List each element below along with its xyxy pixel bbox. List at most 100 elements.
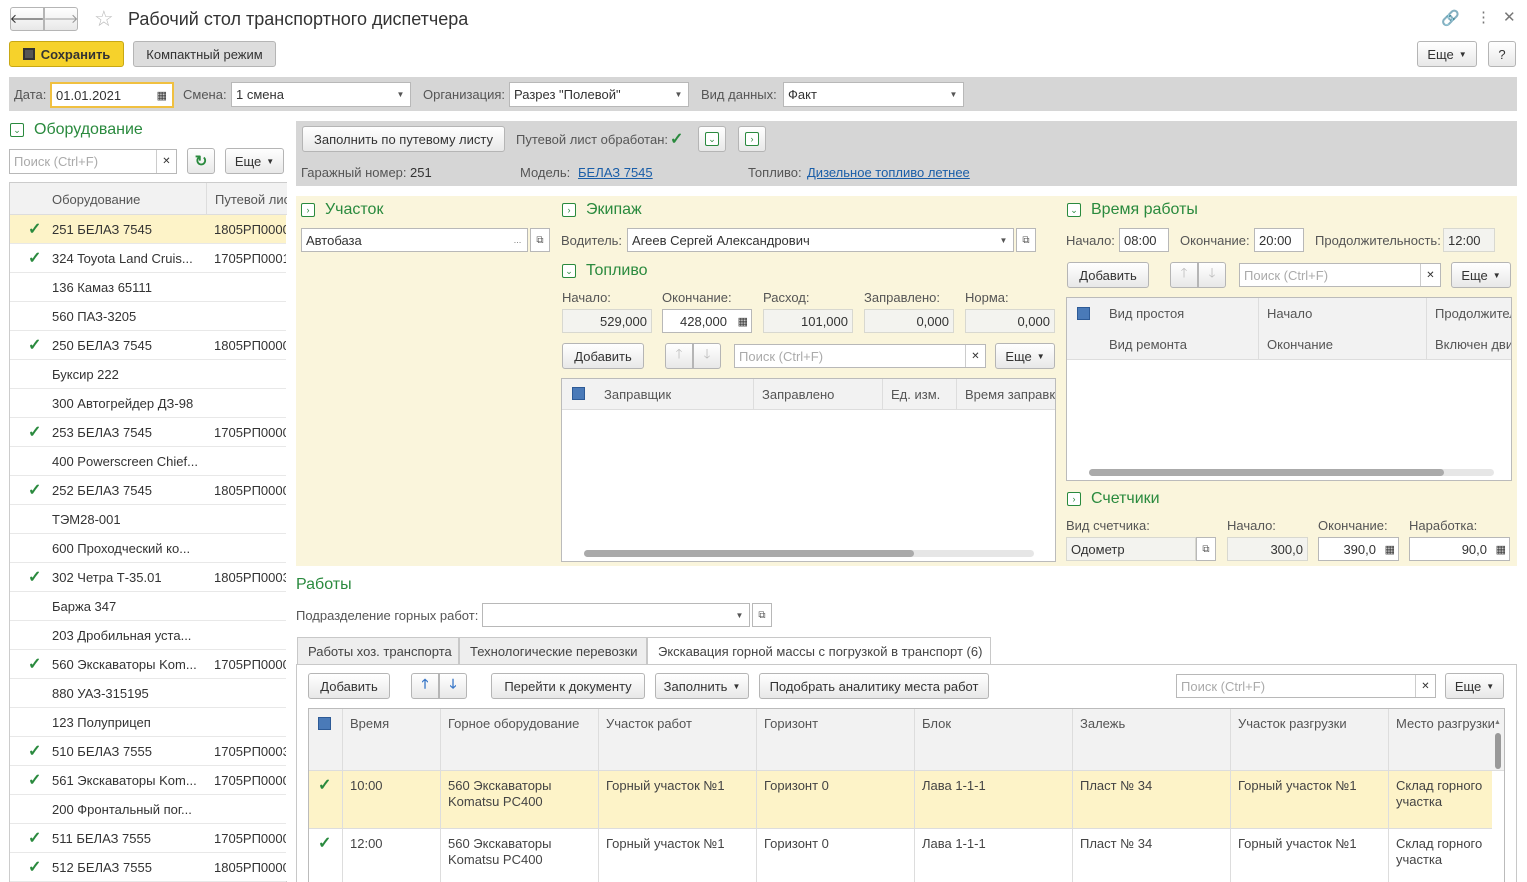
calc-icon[interactable]: ▦ <box>738 315 748 328</box>
tab-household-transport[interactable]: Работы хоз. транспорта <box>297 637 459 665</box>
site-open-icon[interactable]: ⧉ <box>530 228 550 252</box>
col-unload-site[interactable]: Участок разгрузки <box>1238 716 1384 731</box>
col-horizon[interactable]: Горизонт <box>764 716 910 731</box>
clear-icon[interactable]: ✕ <box>965 345 985 367</box>
menu-dots-icon[interactable]: ⋮ <box>1476 8 1491 26</box>
equipment-row[interactable]: ✓ 324 Toyota Land Cruis... 1705РП0001 <box>10 244 286 273</box>
forward-button[interactable]: 🡒 <box>44 7 78 31</box>
col-downtime-type[interactable]: Вид простоя <box>1109 306 1184 321</box>
driver-field[interactable]: Агеев Сергей Александрович <box>627 228 995 252</box>
worktime-search-input[interactable]: Поиск (Ctrl+F) ✕ <box>1239 263 1441 287</box>
subdivision-field[interactable] <box>482 603 731 627</box>
col-engine-on[interactable]: Включен дви <box>1435 337 1511 352</box>
equipment-more-button[interactable]: Еще ▼ <box>225 148 284 174</box>
fuel-move-down-button[interactable]: 🡓 <box>693 343 721 369</box>
col-deposit[interactable]: Залежь <box>1080 716 1226 731</box>
works-search-input[interactable]: Поиск (Ctrl+F) ✕ <box>1176 674 1436 698</box>
worktime-start-field[interactable]: 08:00 <box>1119 228 1169 252</box>
equipment-row[interactable]: 560 ПАЗ-3205 <box>10 302 286 331</box>
col-work-site[interactable]: Участок работ <box>606 716 752 731</box>
equipment-row[interactable]: ✓ 560 Экскаваторы Kom... 1705РП0000 <box>10 650 286 679</box>
equipment-row[interactable]: 400 Powerscreen Chief... <box>10 447 286 476</box>
save-button[interactable]: Сохранить <box>9 41 124 67</box>
site-select-icon[interactable]: … <box>508 228 528 252</box>
equipment-row[interactable]: ✓ 253 БЕЛАЗ 7545 1705РП0000 <box>10 418 286 447</box>
help-button[interactable]: ? <box>1488 41 1516 67</box>
col-end[interactable]: Окончание <box>1267 337 1333 352</box>
col-waybill[interactable]: Путевой лист <box>215 192 287 207</box>
shift-select[interactable]: 1 смена <box>231 82 392 107</box>
date-field[interactable]: 01.01.2021 ▦ <box>50 82 174 108</box>
fuel-more-button[interactable]: Еще ▼ <box>995 343 1055 369</box>
equipment-row[interactable]: 136 Камаз 65111 <box>10 273 286 302</box>
equipment-row[interactable]: 300 Автогрейдер ДЗ-98 <box>10 389 286 418</box>
col-unit[interactable]: Ед. изм. <box>891 387 940 402</box>
goto-document-button[interactable]: Перейти к документу <box>491 673 645 699</box>
refresh-button[interactable]: ↻ <box>187 148 215 174</box>
col-time[interactable]: Время <box>350 716 436 731</box>
fuel-section-title[interactable]: ⌄ Топливо <box>562 262 648 280</box>
equipment-row[interactable]: 123 Полуприцеп <box>10 708 286 737</box>
worktime-section-title[interactable]: ⌄ Время работы <box>1067 201 1198 219</box>
equipment-row[interactable]: 200 Фронтальный пог... <box>10 795 286 824</box>
fill-dropdown-button[interactable]: Заполнить ▼ <box>655 673 749 699</box>
worktime-hscroll[interactable] <box>1089 469 1494 476</box>
favorite-star-icon[interactable]: ☆ <box>94 6 114 32</box>
org-select[interactable]: Разрез "Полевой" <box>509 82 670 107</box>
datatype-select[interactable]: Факт <box>783 82 945 107</box>
worktime-add-button[interactable]: Добавить <box>1067 262 1149 288</box>
tab-excavation[interactable]: Экскавация горной массы с погрузкой в тр… <box>647 637 991 665</box>
close-icon[interactable]: ✕ <box>1503 8 1516 26</box>
col-repair-type[interactable]: Вид ремонта <box>1109 337 1187 352</box>
col-start[interactable]: Начало <box>1267 306 1312 321</box>
works-move-down-button[interactable]: 🡓 <box>439 673 467 699</box>
counters-section-title[interactable]: › Счетчики <box>1067 490 1160 508</box>
equipment-row[interactable]: ✓ 511 БЕЛАЗ 7555 1705РП0000 <box>10 824 286 853</box>
col-equipment[interactable]: Оборудование <box>52 192 140 207</box>
calc-icon[interactable]: ▦ <box>1496 543 1506 556</box>
equipment-row[interactable]: 203 Дробильная уста... <box>10 621 286 650</box>
col-fuel-time[interactable]: Время заправк <box>965 387 1055 402</box>
fuel-search-input[interactable]: Поиск (Ctrl+F) ✕ <box>734 344 986 368</box>
clear-icon[interactable]: ✕ <box>1420 264 1440 286</box>
shift-dropdown-icon[interactable]: ▼ <box>391 82 411 107</box>
clear-icon[interactable]: ✕ <box>1415 675 1435 697</box>
equipment-section-title[interactable]: ⌄ Оборудование <box>10 121 143 139</box>
link-icon[interactable]: 🔗 <box>1441 9 1460 27</box>
counter-run-field[interactable]: 90,0 ▦ <box>1409 537 1510 561</box>
org-dropdown-icon[interactable]: ▼ <box>669 82 689 107</box>
processed-checkbox[interactable]: ✓ <box>670 129 683 149</box>
equipment-search-input[interactable]: Поиск (Ctrl+F) ✕ <box>9 149 177 174</box>
driver-open-icon[interactable]: ⧉ <box>1016 228 1036 252</box>
driver-dropdown-icon[interactable]: ▼ <box>994 228 1014 252</box>
datatype-dropdown-icon[interactable]: ▼ <box>944 82 964 107</box>
clear-icon[interactable]: ✕ <box>156 150 176 173</box>
site-field[interactable]: Автобаза <box>301 228 509 252</box>
expand-right-button[interactable]: › <box>738 126 766 152</box>
worktime-more-button[interactable]: Еще ▼ <box>1451 262 1511 288</box>
equipment-row[interactable]: 880 УАЗ-315195 <box>10 679 286 708</box>
worktime-move-up-button[interactable]: 🡑 <box>1170 262 1198 288</box>
equipment-row[interactable]: Баржа 347 <box>10 592 286 621</box>
works-vscroll[interactable]: ▲ <box>1494 719 1502 879</box>
site-section-title[interactable]: › Участок <box>301 201 383 219</box>
calendar-icon[interactable]: ▦ <box>157 89 167 102</box>
counter-open-icon[interactable]: ⧉ <box>1196 537 1216 561</box>
col-filled[interactable]: Заправлено <box>762 387 834 402</box>
worktime-end-field[interactable]: 20:00 <box>1254 228 1304 252</box>
counter-end-field[interactable]: 390,0 ▦ <box>1318 537 1399 561</box>
fill-by-waybill-button[interactable]: Заполнить по путевому листу <box>302 126 505 152</box>
works-more-button[interactable]: Еще ▼ <box>1445 673 1504 699</box>
equipment-row[interactable]: ✓ 302 Четра Т-35.01 1805РП0003 <box>10 563 286 592</box>
model-link[interactable]: БЕЛАЗ 7545 <box>578 165 653 180</box>
equipment-row[interactable]: ✓ 252 БЕЛАЗ 7545 1805РП0000 <box>10 476 286 505</box>
works-move-up-button[interactable]: 🡑 <box>411 673 439 699</box>
back-button[interactable]: 🡐 <box>10 7 44 31</box>
more-button[interactable]: Еще ▼ <box>1417 41 1477 67</box>
equipment-row[interactable]: ТЭМ28-001 <box>10 505 286 534</box>
pick-analytics-button[interactable]: Подобрать аналитику места работ <box>759 673 989 699</box>
equipment-row[interactable]: ✓ 250 БЕЛАЗ 7545 1805РП0000 <box>10 331 286 360</box>
fuel-end-field[interactable]: 428,000 ▦ <box>662 309 752 333</box>
col-duration[interactable]: Продолжител <box>1435 306 1511 321</box>
worktime-move-down-button[interactable]: 🡓 <box>1198 262 1226 288</box>
